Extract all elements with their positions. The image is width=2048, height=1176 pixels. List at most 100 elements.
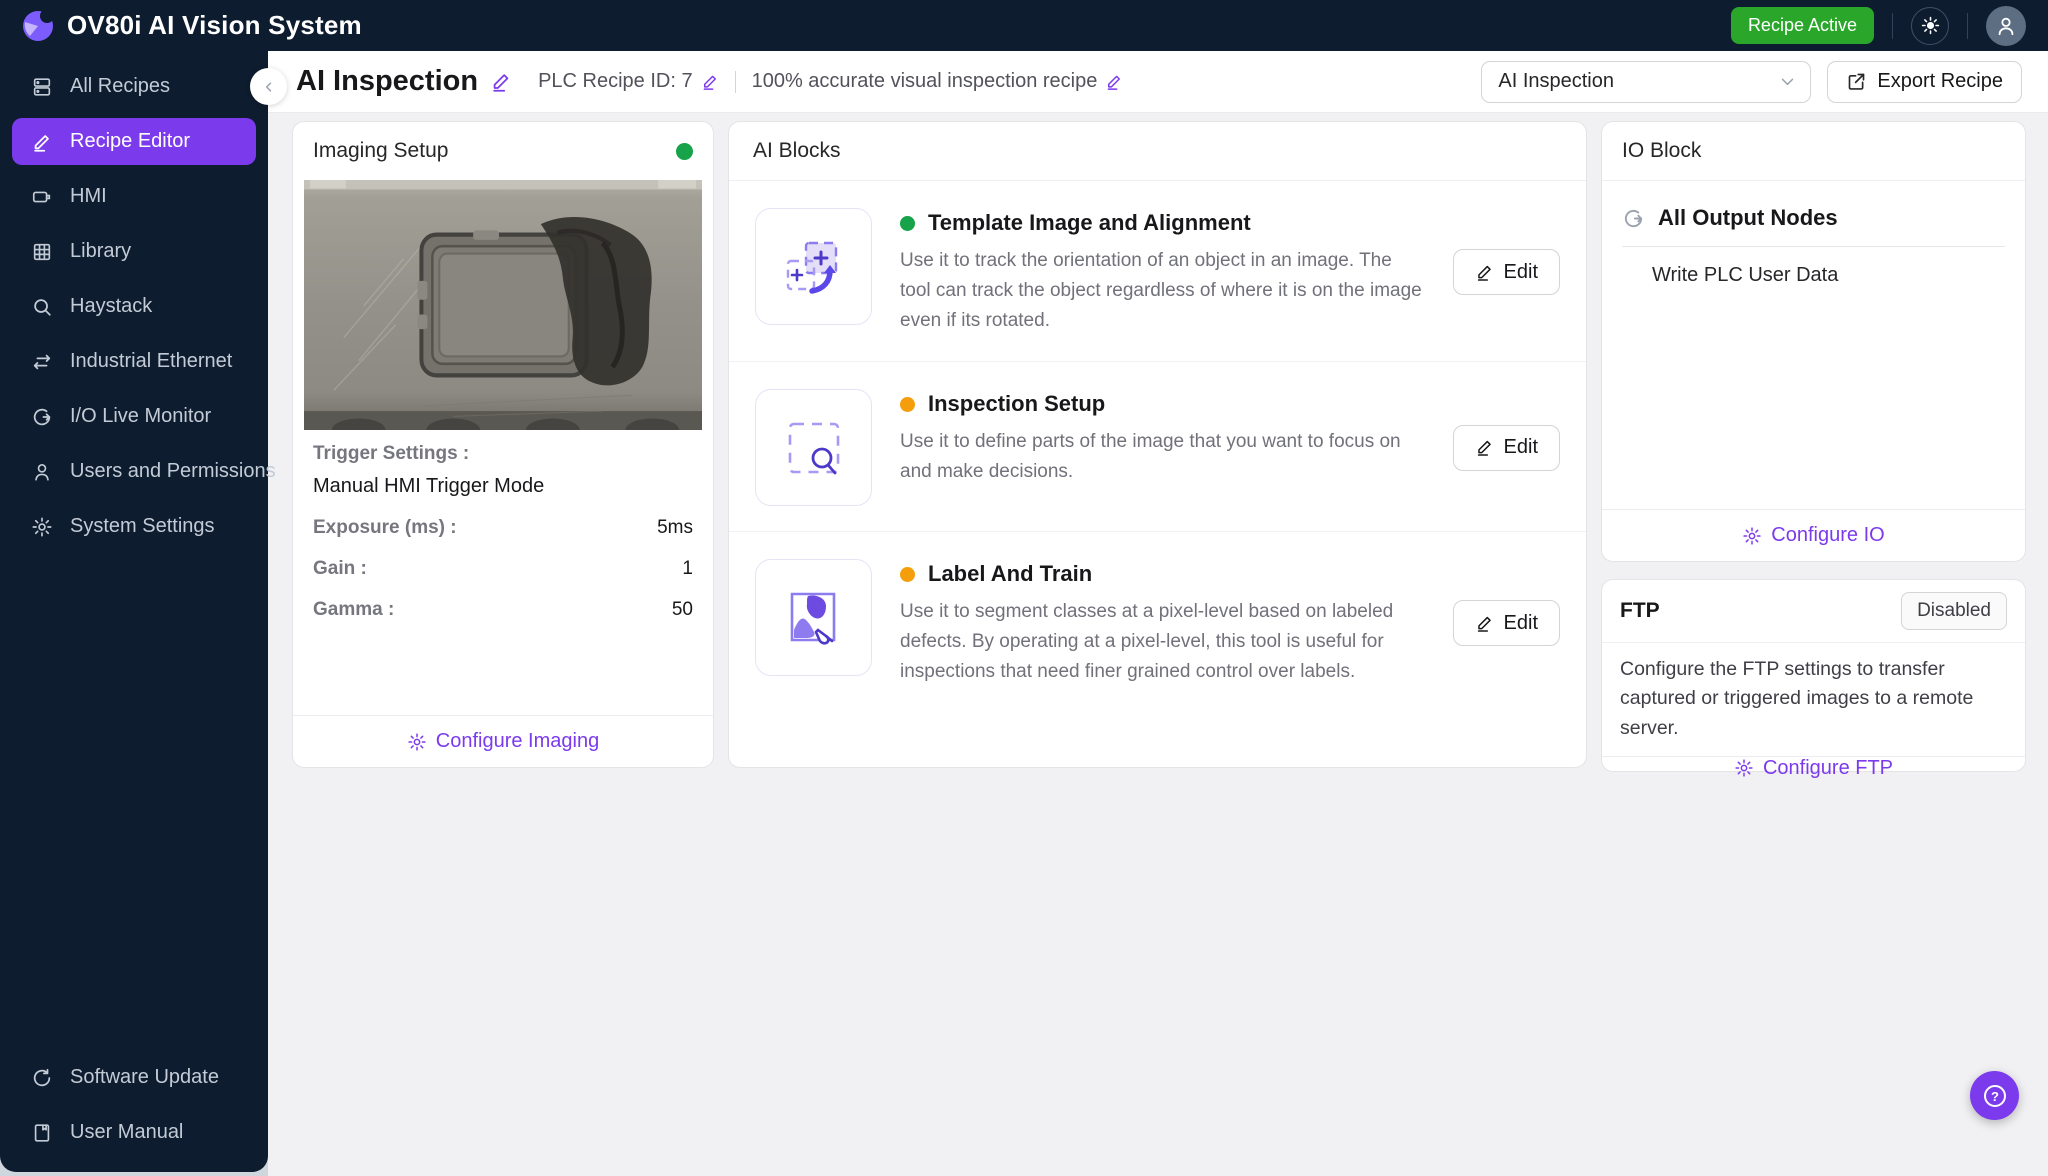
sidebar-item-label: Users and Permissions [70,460,276,483]
recipes-icon [30,75,53,98]
book-icon [30,1121,53,1144]
edit-label: Edit [1504,612,1538,635]
edit-label: Edit [1504,261,1538,284]
pencil-icon [1475,614,1494,633]
sidebar-item-system-settings[interactable]: System Settings [12,503,256,550]
configure-imaging-label: Configure Imaging [436,730,599,753]
app-title: OV80i AI Vision System [67,10,362,41]
divider [1892,13,1893,39]
edit-plc-id-icon[interactable] [701,73,719,91]
sidebar-item-label: System Settings [70,515,215,538]
configure-io-button[interactable]: Configure IO [1742,524,1884,547]
gain-value: 1 [682,558,693,580]
sidebar-item-label: All Recipes [70,75,170,98]
imaging-setup-card: Imaging Setup [292,121,714,768]
recipe-active-badge: Recipe Active [1731,7,1874,44]
captured-part-image [304,180,702,430]
pencil-icon [1475,263,1494,282]
ftp-title: FTP [1620,599,1660,623]
ai-blocks-title: AI Blocks [753,139,1562,163]
sidebar-item-label: Industrial Ethernet [70,350,232,373]
edit-title-icon[interactable] [490,71,512,93]
ai-block-description: Use it to segment classes at a pixel-lev… [900,597,1425,687]
sidebar-item-library[interactable]: Library [12,228,256,275]
gamma-label: Gamma : [313,599,394,621]
sidebar-item-label: Library [70,240,131,263]
sidebar-item-software-update[interactable]: Software Update [12,1054,256,1101]
ai-blocks-panel: AI Blocks Template Image and Alignment [728,121,1587,768]
gear-icon [1742,526,1762,546]
ai-block-template-alignment: Template Image and Alignment Use it to t… [729,181,1586,361]
refresh-icon [30,1066,53,1089]
status-dot [900,216,915,231]
app-logo-icon [22,10,54,42]
export-recipe-label: Export Recipe [1877,70,2003,93]
edit-inspection-setup-button[interactable]: Edit [1453,425,1560,471]
export-recipe-button[interactable]: Export Recipe [1827,61,2022,103]
sidebar-item-all-recipes[interactable]: All Recipes [12,63,256,110]
brightness-button[interactable] [1911,7,1949,45]
top-bar: OV80i AI Vision System Recipe Active [0,0,2048,51]
user-avatar[interactable] [1986,6,2026,46]
search-icon [30,295,53,318]
configure-io-label: Configure IO [1771,524,1884,547]
ai-block-description: Use it to track the orientation of an ob… [900,246,1425,336]
ai-block-name: Template Image and Alignment [928,210,1251,236]
pencil-icon [1475,438,1494,457]
sidebar-collapse-button[interactable] [250,68,287,105]
configure-ftp-button[interactable]: Configure FTP [1734,757,1893,780]
sidebar-item-recipe-editor[interactable]: Recipe Editor [12,118,256,165]
export-icon [1846,71,1867,92]
ai-block-label-and-train: Label And Train Use it to segment classe… [729,531,1586,712]
help-button[interactable]: ? [1970,1071,2019,1120]
edit-template-alignment-button[interactable]: Edit [1453,249,1560,295]
sidebar: All Recipes Recipe Editor HMI Library [0,51,268,1172]
edit-subtitle-icon[interactable] [1105,73,1123,91]
rotate-icon [30,405,53,428]
template-alignment-icon [755,208,872,325]
person-icon [1995,15,2017,37]
ftp-card: FTP Disabled Configure the FTP settings … [1601,579,2026,772]
all-output-nodes-title: All Output Nodes [1658,205,1838,231]
ethernet-arrows-icon [30,350,53,373]
divider [735,71,736,93]
gear-icon [407,732,427,752]
recipe-subtitle: 100% accurate visual inspection recipe [752,70,1098,93]
sidebar-item-label: Software Update [70,1066,219,1089]
configure-imaging-button[interactable]: Configure Imaging [407,730,599,753]
trigger-mode-value: Manual HMI Trigger Mode [313,475,693,498]
ai-block-inspection-setup: Inspection Setup Use it to define parts … [729,361,1586,531]
page-title: AI Inspection [296,65,478,98]
sidebar-item-haystack[interactable]: Haystack [12,283,256,330]
right-column: IO Block All Output Nodes Write PLC User… [1601,121,2026,772]
status-dot [900,567,915,582]
recipe-select[interactable]: AI Inspection [1481,61,1811,103]
label-and-train-icon [755,559,872,676]
sidebar-item-user-manual[interactable]: User Manual [12,1109,256,1156]
gain-label: Gain : [313,558,367,580]
main-content: Imaging Setup [268,113,2048,1176]
gear-icon [30,515,53,538]
sun-icon [1921,16,1940,35]
output-node-item[interactable]: Write PLC User Data [1622,247,2005,287]
sidebar-item-users-permissions[interactable]: Users and Permissions [12,448,256,495]
sidebar-item-industrial-ethernet[interactable]: Industrial Ethernet [12,338,256,385]
io-block-title: IO Block [1622,139,2005,163]
configure-ftp-label: Configure FTP [1763,757,1893,780]
pencil-icon [30,130,53,153]
imaging-setup-title: Imaging Setup [313,139,448,163]
ai-block-name: Inspection Setup [928,391,1105,417]
person-icon [30,460,53,483]
io-block-card: IO Block All Output Nodes Write PLC User… [1601,121,2026,562]
plc-recipe-id: PLC Recipe ID: 7 [538,70,693,93]
recipe-select-value: AI Inspection [1498,70,1614,93]
question-icon: ? [1981,1082,2009,1110]
edit-label-and-train-button[interactable]: Edit [1453,600,1560,646]
sidebar-item-hmi[interactable]: HMI [12,173,256,220]
chevron-down-icon [1779,73,1796,90]
ai-block-name: Label And Train [928,561,1092,587]
sidebar-item-io-live-monitor[interactable]: I/O Live Monitor [12,393,256,440]
imaging-status-dot [676,143,693,160]
ai-block-description: Use it to define parts of the image that… [900,427,1425,487]
svg-text:?: ? [1991,1089,1999,1104]
